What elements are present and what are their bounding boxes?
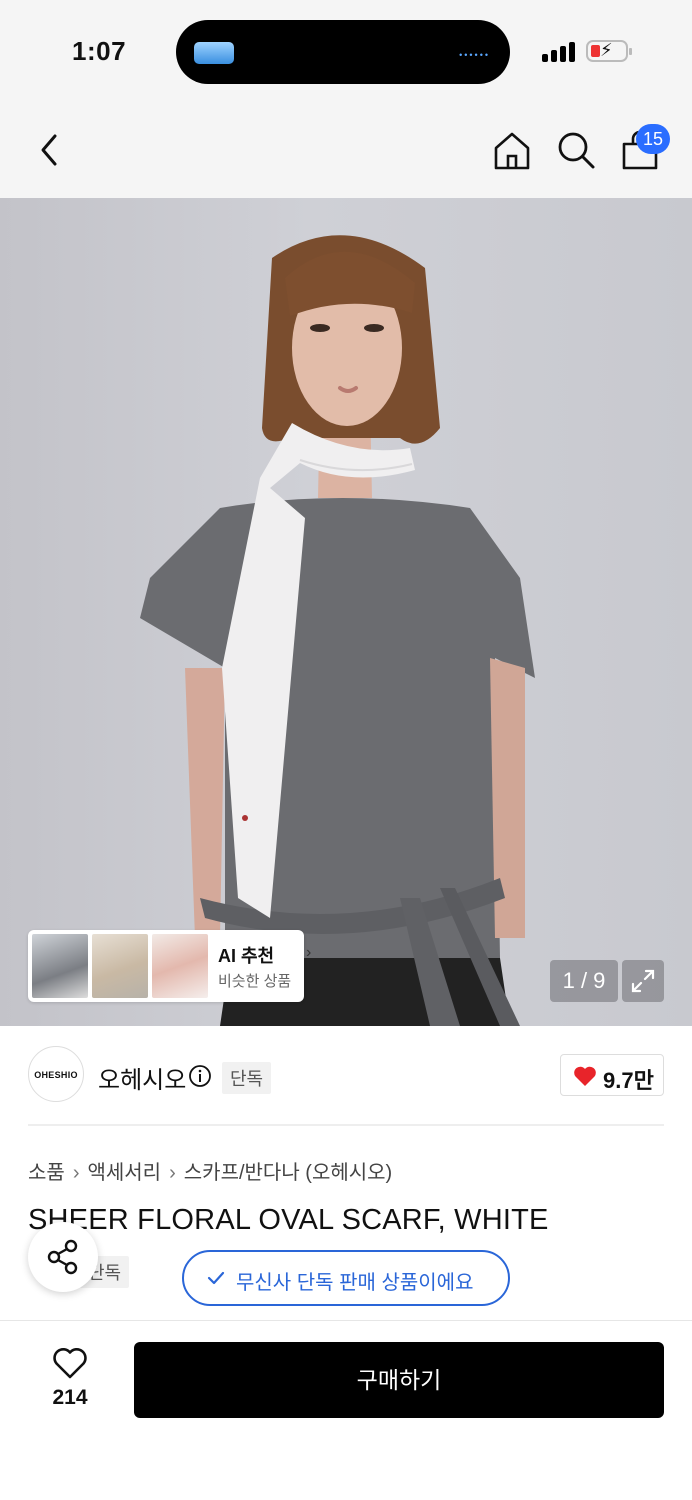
battery-icon: ⚡ [586, 40, 632, 62]
breadcrumb-item[interactable]: 액세서리 [87, 1162, 161, 1184]
home-icon[interactable] [490, 128, 534, 172]
info-icon[interactable] [188, 1064, 212, 1088]
image-pager: 1 / 9 [550, 960, 618, 1002]
ai-card-subtitle: 비슷한 상품 [218, 973, 292, 990]
model-photo [140, 235, 535, 1026]
recommendation-thumb [92, 934, 148, 998]
ai-card-title: AI 추천 [218, 946, 275, 966]
brand-like-count: 9.7만 [603, 1068, 654, 1093]
divider [28, 1124, 664, 1126]
heart-icon [574, 1066, 596, 1086]
chevron-right-icon: › [306, 944, 312, 961]
check-icon [207, 1271, 225, 1285]
brand-logo[interactable]: OHESHIO [28, 1046, 84, 1102]
exclusive-notice-button[interactable]: 무신사 단독 판매 상품이에요 [182, 1250, 510, 1306]
status-time: 1:07 [72, 36, 127, 66]
heart-icon[interactable] [52, 1346, 88, 1380]
ai-recommendation-card[interactable]: AI 추천 › 비슷한 상품 [28, 930, 311, 1002]
expand-icon [631, 969, 655, 993]
buy-button[interactable]: 구매하기 [134, 1342, 664, 1418]
wishlist-count: 214 [52, 1386, 88, 1409]
recommendation-thumb [152, 934, 208, 998]
product-image[interactable] [0, 198, 692, 1026]
share-button[interactable] [28, 1222, 98, 1292]
share-icon [47, 1239, 78, 1275]
live-activity-icon [194, 42, 234, 64]
brand-name[interactable]: 오헤시오 [98, 1060, 186, 1095]
breadcrumb-item[interactable]: 소품 [28, 1162, 65, 1184]
recommendation-thumb [32, 934, 88, 998]
back-arrow-icon[interactable] [28, 128, 72, 172]
chevron-right-icon: › [72, 1162, 80, 1184]
cart-count-badge: 15 [636, 124, 670, 154]
expand-button[interactable] [622, 960, 664, 1002]
breadcrumb-item[interactable]: 스카프/반다나 (오헤시오) [184, 1162, 392, 1184]
exclusive-notice-label: 무신사 단독 판매 상품이에요 [236, 1272, 474, 1294]
chevron-right-icon: › [169, 1162, 176, 1184]
exclusive-badge: 단독 [222, 1062, 272, 1094]
product-title: SHEER FLORAL OVAL SCARF, WHITE [28, 1204, 549, 1236]
breadcrumb: 소품 › 액세서리 › 스카프/반다나 (오헤시오) [28, 1156, 392, 1185]
dynamic-island: •••••• [176, 20, 510, 84]
live-activity-indicator: •••••• [459, 50, 490, 60]
brand-like-button[interactable]: 9.7만 [560, 1054, 664, 1096]
status-bar: 1:07 •••••• ⚡ [0, 0, 692, 100]
signal-icon [542, 40, 576, 62]
search-icon[interactable] [554, 128, 598, 172]
top-nav [0, 100, 692, 198]
